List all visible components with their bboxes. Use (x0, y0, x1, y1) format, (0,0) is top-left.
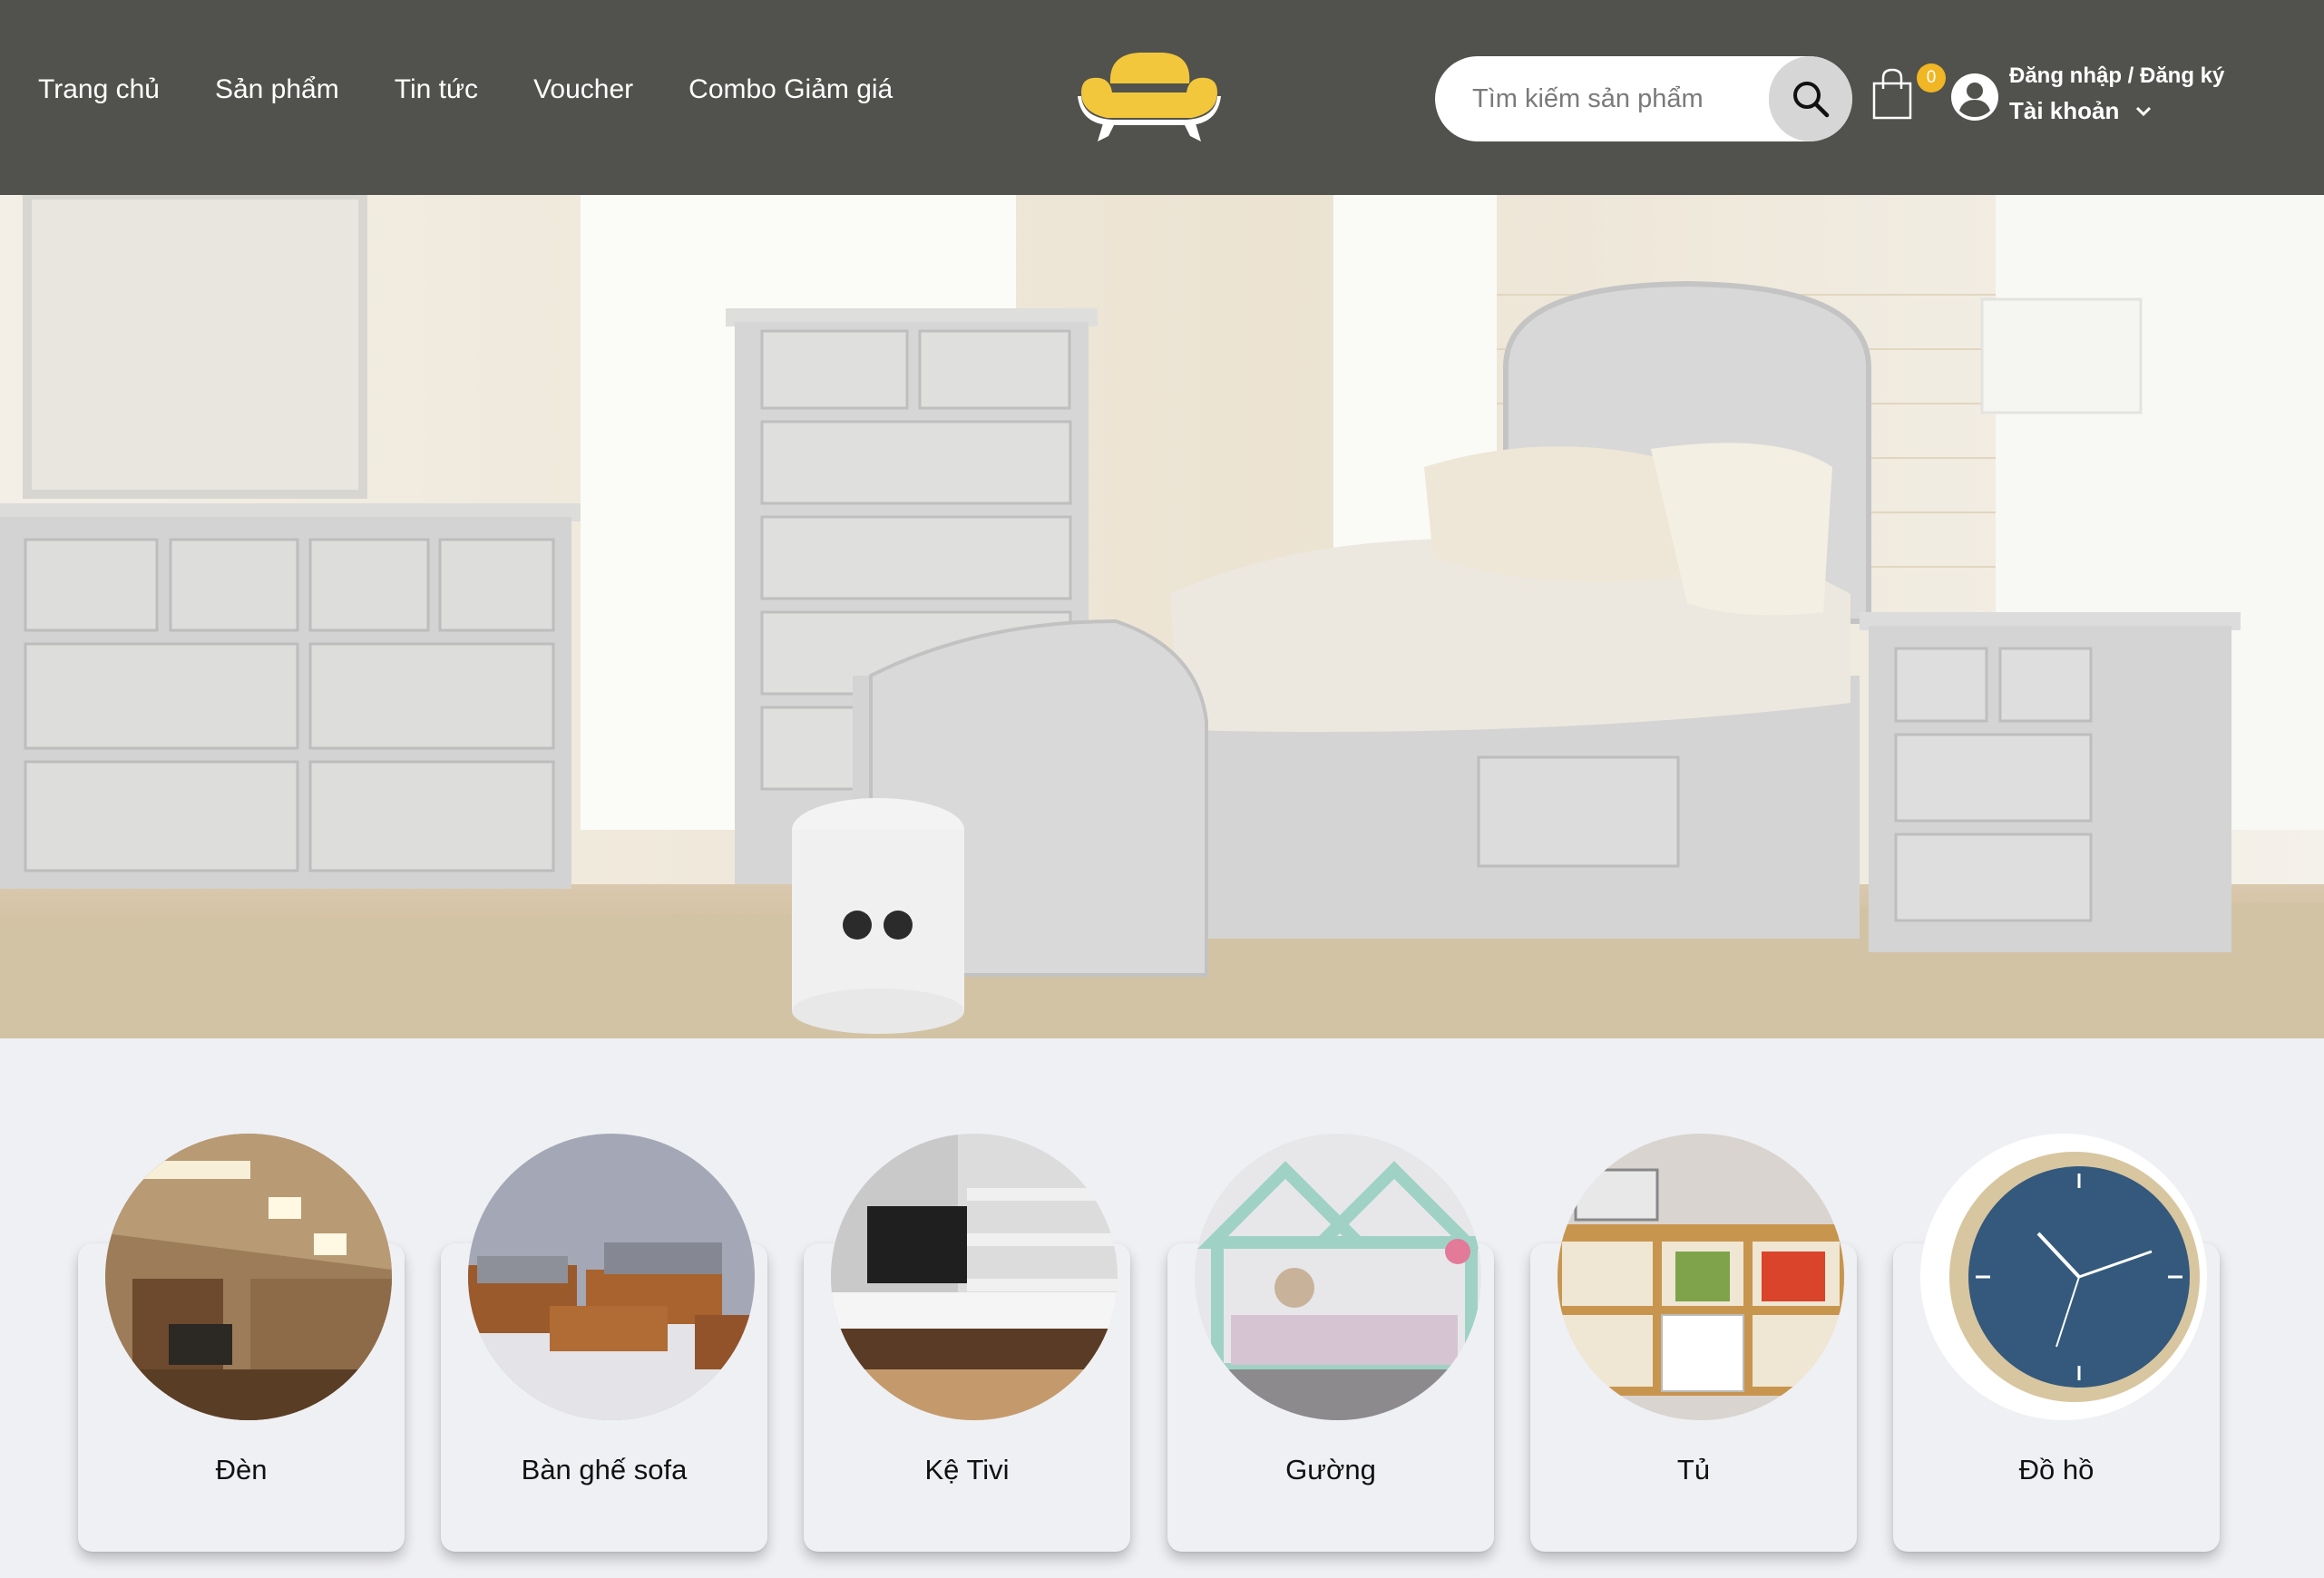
nav-voucher[interactable]: Voucher (533, 74, 633, 105)
hero-banner (0, 195, 2324, 1038)
nav-products[interactable]: Sản phẩm (215, 74, 339, 105)
search-button[interactable] (1769, 56, 1852, 141)
category-label-sofa: Bàn ghế sofa (521, 1454, 688, 1485)
category-label-den: Đèn (215, 1454, 268, 1485)
clock-image[interactable] (1920, 1134, 2207, 1420)
wooden-sofa-set (468, 1134, 755, 1420)
nav-home[interactable]: Trang chủ (38, 74, 160, 105)
ceiling-lights-image[interactable] (105, 1134, 392, 1420)
bedroom-furniture-banner (0, 195, 2324, 1038)
nav-combo-sale[interactable]: Combo Giảm giá (688, 74, 893, 105)
search-box (1435, 56, 1852, 141)
tv-shelf (831, 1134, 1118, 1420)
account-menu[interactable]: Tài khoản (2009, 97, 2152, 125)
ceiling-lights-room (105, 1134, 392, 1420)
kitchen-cabinet (1557, 1134, 1844, 1420)
site-header: Trang chủ Sản phẩm Tin tức Voucher Combo… (0, 0, 2324, 195)
shopping-bag-icon[interactable] (1870, 67, 1918, 122)
main-nav: Trang chủ Sản phẩm Tin tức Voucher Combo… (38, 74, 948, 105)
nav-news[interactable]: Tin tức (395, 74, 478, 105)
category-label-tv-shelf: Kệ Tivi (924, 1454, 1010, 1485)
cart-count-badge: 0 (1917, 63, 1946, 93)
wall-clock (1920, 1134, 2207, 1420)
account-menu-label: Tài khoản (2009, 97, 2120, 124)
category-label-clock: Đồ hồ (2018, 1454, 2095, 1485)
tv-shelf-image[interactable] (831, 1134, 1118, 1420)
sofa-set-image[interactable] (468, 1134, 755, 1420)
cabinet-image[interactable] (1557, 1134, 1844, 1420)
kids-bed-image[interactable] (1195, 1134, 1481, 1420)
search-icon (1793, 82, 1830, 118)
category-label-cabinet: Tủ (1676, 1454, 1711, 1485)
user-circle-icon[interactable] (1950, 73, 1999, 122)
login-register-link[interactable]: Đăng nhập / Đăng ký (2009, 63, 2224, 89)
sofa-logo-icon[interactable] (1076, 45, 1223, 147)
search-input[interactable] (1435, 56, 1771, 141)
kids-house-bed (1195, 1134, 1481, 1420)
chevron-down-icon (2136, 106, 2152, 116)
category-label-bed: Gường (1285, 1454, 1376, 1485)
